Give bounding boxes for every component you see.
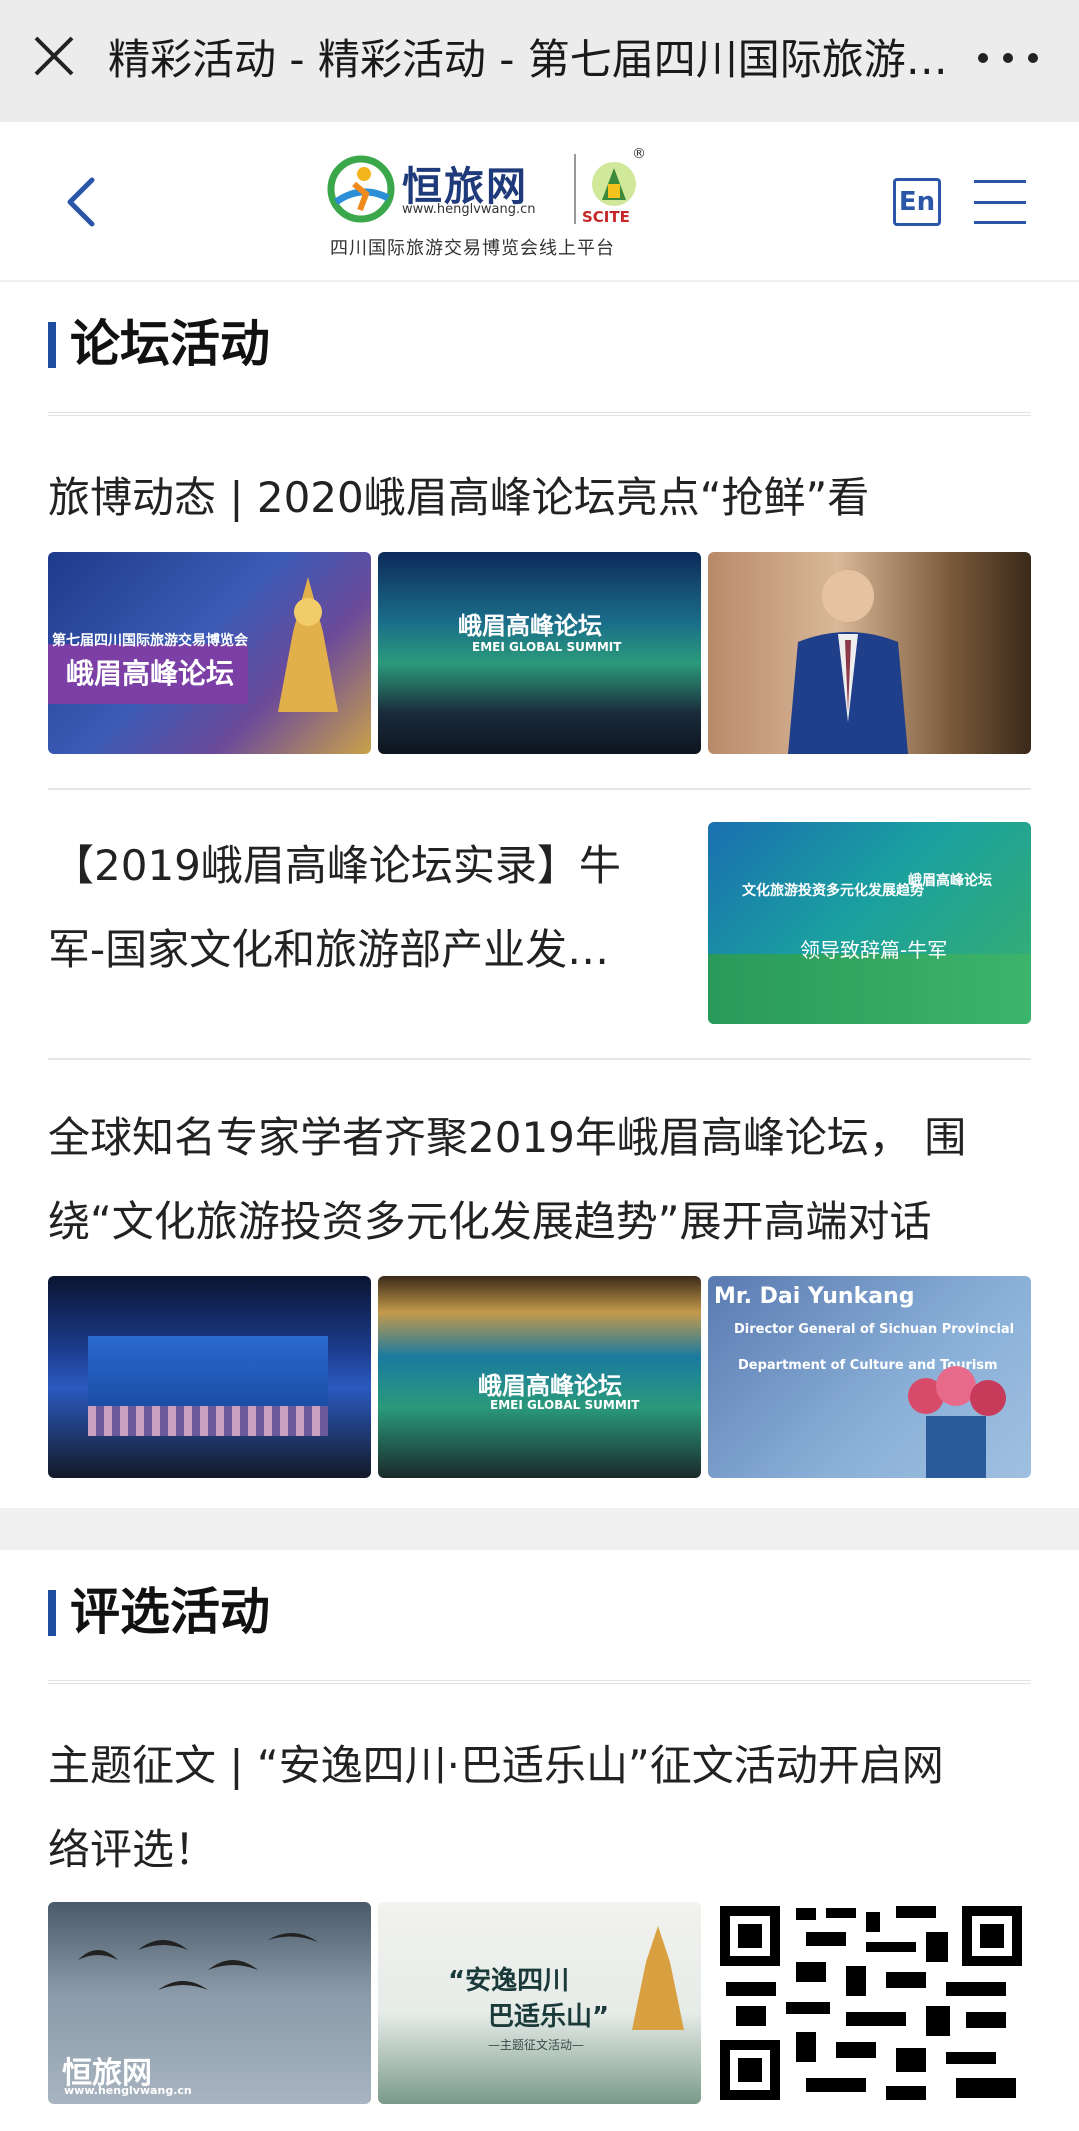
site-logo[interactable]: 恒旅网 www.henglvwang.cn SCITE ® 四川国际旅游交易博览… (322, 146, 652, 259)
section-title-forum: 论坛活动 (48, 314, 270, 374)
image-caption: 峨眉高峰论坛 (458, 612, 602, 640)
qr-code-icon (716, 1902, 1026, 2104)
article-image[interactable] (48, 1276, 371, 1478)
article-image[interactable]: 恒旅网 www.henglvwang.cn (48, 1902, 371, 2104)
article-image[interactable]: Mr. Dai Yunkang Director General of Sich… (708, 1276, 1031, 1478)
more-options-icon[interactable] (978, 38, 1038, 78)
section-title-review: 评选活动 (48, 1582, 270, 1642)
article-image[interactable]: 文化旅游投资多元化发展趋势 峨眉高峰论坛 领导致辞篇-牛军 (708, 822, 1031, 1024)
registered-mark: ® (632, 146, 646, 162)
golden-buddha-icon (632, 1926, 684, 2030)
article-headline-line2[interactable]: 绕“文化旅游投资多元化发展趋势”展开高端对话 (48, 1180, 932, 1264)
image-caption-sub: EMEI GLOBAL SUMMIT (490, 1398, 640, 1412)
back-arrow-icon[interactable] (62, 174, 102, 230)
close-icon[interactable] (30, 32, 78, 80)
birds-icon (78, 1932, 318, 1990)
article-image[interactable]: 峨眉高峰论坛 EMEI GLOBAL SUMMIT (378, 1276, 701, 1478)
section-divider (48, 412, 1031, 416)
logo-platform-text: 四川国际旅游交易博览会线上平台 (330, 238, 615, 259)
logo-mark-icon (327, 155, 395, 223)
image-caption-sub: Director General of Sichuan Provincial (734, 1322, 1015, 1337)
article-image[interactable]: “安逸四川 巴适乐山” —主题征文活动— (378, 1902, 701, 2104)
article-headline-line2[interactable]: 络评选！ (48, 1808, 216, 1892)
menu-icon[interactable] (974, 180, 1026, 224)
image-caption-sub2: —主题征文活动— (488, 2038, 585, 2052)
image-caption: 峨眉高峰论坛 (66, 657, 235, 690)
article-image[interactable]: 峨眉高峰论坛 EMEI GLOBAL SUMMIT (378, 552, 701, 754)
image-caption-sub: www.henglvwang.cn (64, 2084, 192, 2097)
article-headline-line2[interactable]: 军-国家文化和旅游部产业发… (48, 908, 609, 992)
golden-buddha-icon (278, 577, 338, 712)
image-caption-right: 峨眉高峰论坛 (908, 873, 992, 889)
article-headline[interactable]: 旅博动态 | 2020峨眉高峰论坛亮点“抢鲜”看 (48, 456, 869, 540)
image-caption: 峨眉高峰论坛 (478, 1372, 622, 1400)
article-headline-line1[interactable]: 【2019峨眉高峰论坛实录】牛 (52, 824, 621, 908)
image-caption-sub: EMEI GLOBAL SUMMIT (472, 640, 622, 654)
image-caption-top: 文化旅游投资多元化发展趋势 (742, 883, 924, 899)
podium-flowers-icon (908, 1366, 1006, 1478)
article-divider (48, 788, 1031, 790)
language-toggle-button[interactable]: En (893, 178, 941, 226)
logo-scite: SCITE (582, 208, 630, 226)
page-title: 精彩活动 - 精彩活动 - 第七届四川国际旅游交易博览会 (108, 35, 948, 84)
image-caption: Mr. Dai Yunkang (714, 1284, 915, 1309)
logo-divider (574, 154, 576, 224)
article-headline-line1[interactable]: 主题征文 | “安逸四川·巴适乐山”征文活动开启网 (48, 1724, 944, 1808)
image-caption: “安逸四川 (448, 1966, 570, 1996)
article-headline-line1[interactable]: 全球知名专家学者齐聚2019年峨眉高峰论坛， 围 (48, 1096, 966, 1180)
browser-title-bar: 精彩活动 - 精彩活动 - 第七届四川国际旅游交易博览会 (0, 0, 1079, 122)
qr-code-image[interactable] (716, 1902, 1026, 2104)
section-divider (48, 1680, 1031, 1684)
article-image[interactable]: 第七届四川国际旅游交易博览会 峨眉高峰论坛 (48, 552, 371, 754)
image-caption-sub: 第七届四川国际旅游交易博览会 (52, 633, 248, 649)
image-caption: 领导致辞篇-牛军 (800, 938, 948, 962)
logo-url: www.henglvwang.cn (402, 202, 536, 217)
section-gap (0, 1508, 1079, 1550)
article-divider (48, 1058, 1031, 1060)
article-image[interactable] (708, 552, 1031, 754)
speaker-photo-icon (788, 570, 908, 754)
image-caption-sub: 巴适乐山” (488, 2002, 610, 2032)
